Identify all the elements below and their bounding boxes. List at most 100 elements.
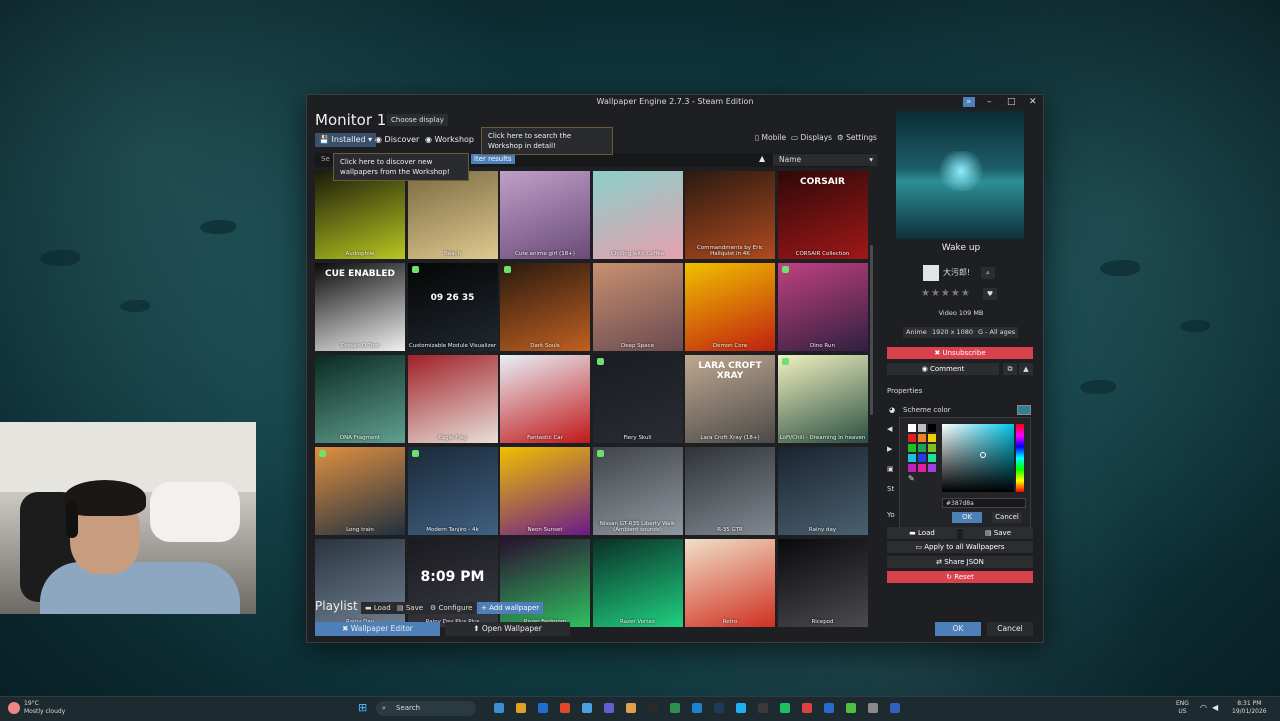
wallpaper-tile[interactable]: Rainy day xyxy=(777,447,868,535)
collapse-panel-icon[interactable]: » xyxy=(963,97,975,107)
eyedropper-icon[interactable]: ✎ xyxy=(908,474,915,483)
taskbar-app-icon[interactable] xyxy=(802,703,812,713)
weather-widget[interactable]: 19°C Mostly cloudy xyxy=(24,700,65,716)
wallpaper-tile[interactable]: LARA CROFT XRAY Lara Croft Xray (18+) xyxy=(685,355,775,443)
properties-load-button[interactable]: ▬ Load xyxy=(887,527,957,539)
color-swatch[interactable] xyxy=(918,424,926,432)
mobile-button[interactable]: ▯ Mobile xyxy=(755,133,786,142)
taskbar-app-icon[interactable] xyxy=(758,703,768,713)
wallpaper-tile[interactable]: Neon Sunset xyxy=(500,447,590,535)
color-swatch[interactable] xyxy=(908,444,916,452)
taskbar-app-icon[interactable] xyxy=(670,703,680,713)
wallpaper-tile[interactable]: Beach xyxy=(407,171,498,259)
wallpaper-tile[interactable]: Retro xyxy=(685,539,775,627)
taskbar-app-icon[interactable] xyxy=(890,703,900,713)
wallpaper-tile[interactable]: Ricepod xyxy=(777,539,868,627)
taskbar-app-icon[interactable] xyxy=(582,703,592,713)
hue-slider[interactable] xyxy=(1016,424,1024,492)
sort-select[interactable]: Name ▾ xyxy=(773,154,877,166)
choose-display-button[interactable]: Choose display xyxy=(387,114,448,126)
color-swatch[interactable] xyxy=(918,444,926,452)
displays-button[interactable]: ▭ Displays xyxy=(791,133,832,142)
wallpaper-tile[interactable]: CUE ENABLED Corsair-O-Tron xyxy=(315,263,405,351)
start-icon[interactable]: ⊞ xyxy=(358,702,370,714)
copy-icon[interactable]: ⧉ xyxy=(1003,363,1017,375)
search-input[interactable]: Se xyxy=(321,155,330,163)
wallpaper-tile[interactable]: R-35 GTR xyxy=(685,447,775,535)
add-wallpaper-button[interactable]: + Add wallpaper xyxy=(477,602,544,614)
filter-results-button[interactable]: lter results xyxy=(471,154,515,164)
close-button[interactable]: ✕ xyxy=(1029,97,1037,107)
taskbar-app-icon[interactable] xyxy=(516,703,526,713)
playlist-configure-button[interactable]: ⚙ Configure xyxy=(426,602,477,614)
unsubscribe-button[interactable]: ✖ Unsubscribe xyxy=(887,347,1033,359)
color-swatch[interactable] xyxy=(928,454,936,462)
minimize-button[interactable]: – xyxy=(987,97,992,107)
color-cursor[interactable] xyxy=(980,452,986,458)
scheme-color-swatch[interactable] xyxy=(1017,405,1031,415)
taskbar-app-icon[interactable] xyxy=(692,703,702,713)
taskbar-app-icon[interactable] xyxy=(538,703,548,713)
search-icon[interactable]: ⌕ xyxy=(981,267,995,279)
taskbar-app-icon[interactable] xyxy=(868,703,878,713)
taskbar-app-icon[interactable] xyxy=(780,703,790,713)
author-name[interactable]: 大污郎! xyxy=(943,267,970,278)
wallpaper-tile[interactable]: Dark Souls xyxy=(500,263,590,351)
playlist-load-button[interactable]: ▬ Load xyxy=(361,602,395,614)
wallpaper-tile[interactable]: LoFi/Chill - Dreaming in heaven xyxy=(777,355,868,443)
wallpaper-tile[interactable]: Dino Run xyxy=(777,263,868,351)
reset-button[interactable]: ↻ Reset xyxy=(887,571,1033,583)
taskbar-app-icon[interactable] xyxy=(648,703,658,713)
wallpaper-editor-button[interactable]: ✖ Wallpaper Editor xyxy=(315,622,440,636)
warning-icon[interactable]: ▲ xyxy=(1019,363,1033,375)
picker-cancel-button[interactable]: Cancel xyxy=(992,512,1022,523)
wallpaper-tile[interactable]: Nissan GT-R35 Liberty Walk (Ambient soun… xyxy=(592,447,683,535)
wallpaper-tile[interactable]: Razer Vortex xyxy=(592,539,683,627)
volume-icon[interactable]: ◀ xyxy=(1212,703,1218,712)
tab-workshop[interactable]: ◉ Workshop xyxy=(421,133,478,147)
color-swatch[interactable] xyxy=(928,434,936,442)
wallpaper-tile[interactable]: DNA Fragment xyxy=(315,355,405,443)
color-swatch[interactable] xyxy=(918,454,926,462)
wallpaper-tile[interactable]: Demon Core xyxy=(685,263,775,351)
color-swatch[interactable] xyxy=(928,424,936,432)
wallpaper-tile[interactable]: Audiophile xyxy=(315,171,405,259)
ok-button[interactable]: OK xyxy=(935,622,981,636)
wallpaper-tile[interactable]: Chilling with Coffee xyxy=(592,171,683,259)
properties-save-button[interactable]: ▤ Save xyxy=(963,527,1033,539)
color-swatch[interactable] xyxy=(928,464,936,472)
grid-scrollbar[interactable] xyxy=(870,245,873,415)
color-swatch[interactable] xyxy=(918,464,926,472)
color-swatch[interactable] xyxy=(918,434,926,442)
taskbar-app-icon[interactable] xyxy=(846,703,856,713)
heart-icon[interactable]: ♥ xyxy=(983,288,997,300)
wallpaper-tile[interactable]: Fiery Skull xyxy=(592,355,683,443)
wallpaper-tile[interactable]: Eagle Flag xyxy=(407,355,498,443)
taskbar-app-icon[interactable] xyxy=(494,703,504,713)
share-json-button[interactable]: ⇄ Share JSON xyxy=(887,556,1033,568)
taskbar-app-icon[interactable] xyxy=(736,703,746,713)
wallpaper-tile[interactable]: Long train xyxy=(315,447,405,535)
color-swatch[interactable] xyxy=(928,444,936,452)
maximize-button[interactable]: □ xyxy=(1007,97,1016,107)
rating-stars[interactable]: ★★★★★ xyxy=(921,288,971,299)
taskbar-app-icon[interactable] xyxy=(714,703,724,713)
taskbar-app-icon[interactable] xyxy=(626,703,636,713)
wallpaper-tile[interactable]: Deep Space xyxy=(592,263,683,351)
open-wallpaper-button[interactable]: ⬆ Open Wallpaper xyxy=(445,622,570,636)
taskbar-app-icon[interactable] xyxy=(560,703,570,713)
apply-all-button[interactable]: ▭ Apply to all Wallpapers xyxy=(887,541,1033,553)
wallpaper-tile[interactable]: Modern Tanjiro - 4k xyxy=(407,447,498,535)
hex-input[interactable]: #387d8a xyxy=(942,498,1026,508)
wallpaper-tile[interactable]: Commandments by Eric Hallquist in 4K xyxy=(685,171,775,259)
settings-button[interactable]: ⚙ Settings xyxy=(837,133,877,142)
color-swatch[interactable] xyxy=(908,424,916,432)
wallpaper-tile[interactable]: CORSAIR CORSAIR Collection xyxy=(777,171,868,259)
tab-installed[interactable]: 💾 Installed ▾ xyxy=(315,133,377,147)
playlist-save-button[interactable]: ▤ Save xyxy=(393,602,428,614)
cancel-button[interactable]: Cancel xyxy=(987,622,1033,636)
picker-ok-button[interactable]: OK xyxy=(952,512,982,523)
wifi-icon[interactable]: ◠ xyxy=(1200,703,1207,712)
taskbar-search[interactable]: ⌕ Search xyxy=(376,701,476,716)
wallpaper-tile[interactable]: 09 26 35 Customizable Module Visualizer xyxy=(407,263,498,351)
